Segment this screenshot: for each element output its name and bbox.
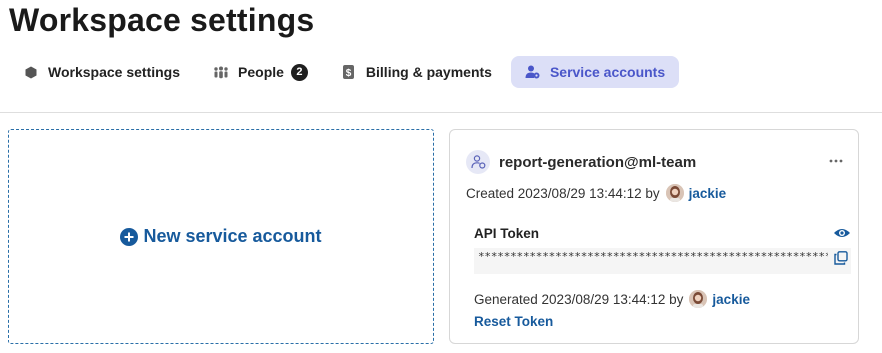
tab-workspace-settings[interactable]: Workspace settings (9, 56, 194, 88)
service-account-avatar-icon (466, 150, 490, 174)
plus-circle-icon (120, 227, 139, 246)
hexagon-icon (23, 64, 39, 80)
tab-people[interactable]: People 2 (199, 56, 322, 88)
dollar-icon: $ (341, 64, 357, 80)
tab-service-accounts[interactable]: Service accounts (510, 56, 680, 88)
new-service-account-button[interactable]: New service account (120, 226, 322, 247)
api-token-field[interactable]: ****************************************… (474, 248, 851, 274)
tab-billing-payments[interactable]: $ Billing & payments (327, 56, 506, 88)
tab-label: Service accounts (549, 64, 666, 80)
new-service-account-label: New service account (143, 226, 322, 246)
service-account-card: report-generation@ml-team Created 2023/0… (449, 129, 859, 344)
people-count-badge: 2 (290, 63, 308, 81)
generated-info: Generated 2023/08/29 13:44:12 by jackie (474, 290, 750, 308)
settings-tabs: Workspace settings People 2 $ Billing & … (9, 56, 684, 88)
new-service-account-card[interactable]: New service account (8, 129, 434, 344)
user-avatar (689, 290, 708, 308)
tab-label: Billing & payments (365, 64, 492, 80)
created-by-user-link[interactable]: jackie (689, 186, 727, 201)
api-token-value: ****************************************… (478, 250, 828, 263)
generated-text: Generated 2023/08/29 13:44:12 by (474, 291, 684, 307)
api-token-label: API Token (474, 226, 540, 241)
svg-text:$: $ (346, 68, 352, 79)
created-text: Created 2023/08/29 13:44:12 by (466, 185, 660, 201)
tab-label: Workspace settings (48, 64, 181, 80)
header-divider (0, 112, 882, 113)
reset-token-link[interactable]: Reset Token (474, 314, 553, 329)
service-account-name: report-generation@ml-team (499, 153, 697, 171)
created-info: Created 2023/08/29 13:44:12 by jackie (466, 184, 726, 202)
eye-icon[interactable] (833, 226, 851, 240)
api-token-section: API Token ******************************… (474, 226, 851, 274)
more-options-icon[interactable] (826, 154, 846, 168)
generated-by-user-link[interactable]: jackie (712, 292, 750, 307)
page-title: Workspace settings (9, 2, 315, 38)
service-account-icon (525, 64, 541, 80)
user-avatar (665, 184, 684, 202)
service-account-header: report-generation@ml-team (466, 150, 696, 174)
copy-icon[interactable] (834, 251, 848, 265)
people-icon (213, 64, 229, 80)
tab-label: People (238, 64, 284, 80)
